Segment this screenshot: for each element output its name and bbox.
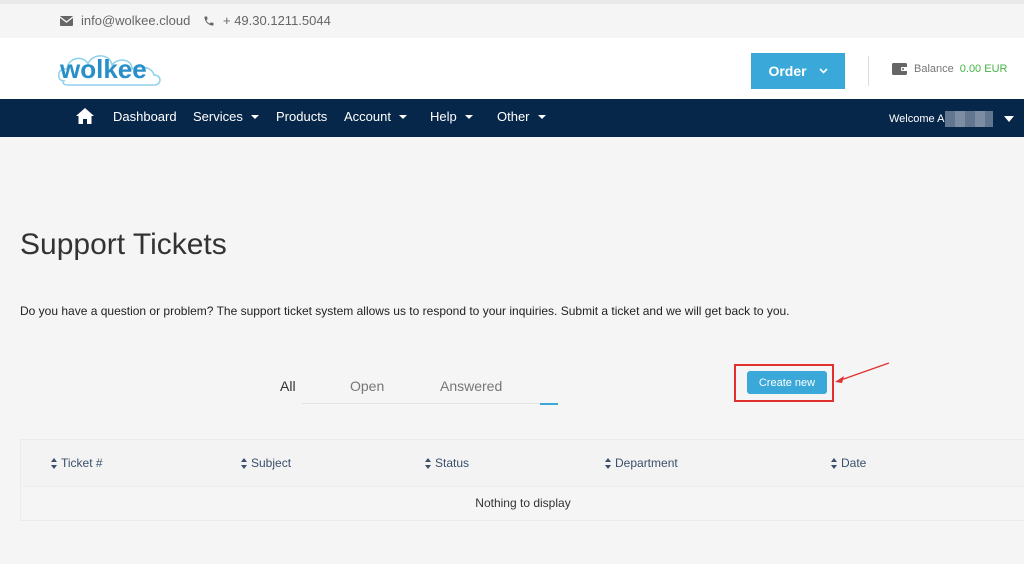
contact-bar: info@wolkee.cloud + 49.30.1211.5044 — [0, 0, 1024, 38]
sort-icon — [425, 457, 431, 469]
column-date[interactable]: Date — [831, 456, 866, 470]
tab-all[interactable]: All — [280, 378, 296, 394]
nav-item-label: Dashboard — [113, 109, 177, 124]
column-label: Department — [615, 456, 678, 470]
caret-down-icon — [464, 114, 473, 119]
logo-text: wolkee — [59, 54, 147, 84]
nav-item-account[interactable]: Account — [344, 109, 407, 124]
caret-down-icon — [250, 114, 259, 119]
phone-icon — [204, 16, 214, 25]
empty-table-message: Nothing to display — [475, 496, 571, 510]
redacted-username — [945, 111, 994, 127]
balance[interactable]: Balance 0.00 EUR — [892, 62, 1007, 76]
balance-amount: 0.00 EUR — [959, 63, 1008, 75]
contact-email[interactable]: info@wolkee.cloud — [60, 13, 190, 28]
nav-item-label: Account — [344, 109, 391, 124]
caret-down-icon — [1004, 116, 1015, 122]
tab-answered[interactable]: Answered — [440, 378, 502, 394]
nav-item-other[interactable]: Other — [497, 109, 546, 124]
order-label: Order — [768, 63, 807, 79]
sort-icon — [605, 457, 611, 469]
nav-item-label: Other — [497, 109, 530, 124]
chevron-down-icon — [818, 68, 828, 74]
tab-open[interactable]: Open — [350, 378, 384, 394]
home-icon — [76, 108, 94, 124]
nav-item-label: Services — [193, 109, 243, 124]
page-intro: Do you have a question or problem? The s… — [20, 304, 790, 318]
header-divider — [868, 56, 869, 86]
column-label: Status — [435, 456, 470, 470]
nav-item-label: Help — [430, 109, 457, 124]
caret-down-icon — [537, 114, 546, 119]
sort-icon — [241, 457, 247, 469]
table-header: Ticket # Subject Status Department Date — [21, 440, 1024, 487]
wolkee-logo[interactable]: wolkee — [58, 45, 162, 91]
nav-item-services[interactable]: Services — [193, 109, 259, 124]
tickets-table: Ticket # Subject Status Department Date … — [20, 439, 1024, 521]
nav-item-label: Products — [276, 109, 328, 124]
balance-label: Balance — [914, 63, 954, 75]
active-tab-indicator — [540, 403, 558, 405]
column-label: Subject — [251, 456, 292, 470]
tabs-underline — [302, 403, 542, 404]
column-department[interactable]: Department — [605, 456, 678, 470]
nav-item-help[interactable]: Help — [430, 109, 473, 124]
nav-item-dashboard[interactable]: Dashboard — [113, 109, 177, 124]
sort-icon — [831, 457, 837, 469]
column-status[interactable]: Status — [425, 456, 469, 470]
sort-icon — [51, 457, 57, 469]
page-title: Support Tickets — [20, 228, 227, 261]
column-ticket-number[interactable]: Ticket # — [51, 456, 103, 470]
contact-phone-text: + 49.30.1211.5044 — [223, 13, 331, 28]
ticket-filter-tabs: All Open Answered — [262, 368, 558, 406]
welcome-text: Welcome A — [889, 113, 945, 125]
user-menu[interactable]: Welcome A — [889, 111, 1015, 127]
order-button[interactable]: Order — [751, 53, 845, 89]
wallet-icon — [892, 63, 908, 75]
contact-phone[interactable]: + 49.30.1211.5044 — [203, 13, 331, 28]
contact-email-text: info@wolkee.cloud — [81, 13, 191, 28]
main-nav: Dashboard Services Products Account Help… — [0, 99, 1024, 137]
envelope-icon — [60, 15, 73, 26]
home-link[interactable] — [76, 108, 94, 124]
column-subject[interactable]: Subject — [241, 456, 291, 470]
create-new-ticket-button[interactable]: Create new — [747, 371, 827, 394]
nav-item-products[interactable]: Products — [276, 109, 327, 124]
caret-down-icon — [398, 114, 407, 119]
annotation-arrow — [835, 362, 890, 383]
site-header: wolkee Order Balance 0.00 EUR — [0, 38, 1024, 99]
column-label: Ticket # — [61, 456, 103, 470]
column-label: Date — [841, 456, 867, 470]
